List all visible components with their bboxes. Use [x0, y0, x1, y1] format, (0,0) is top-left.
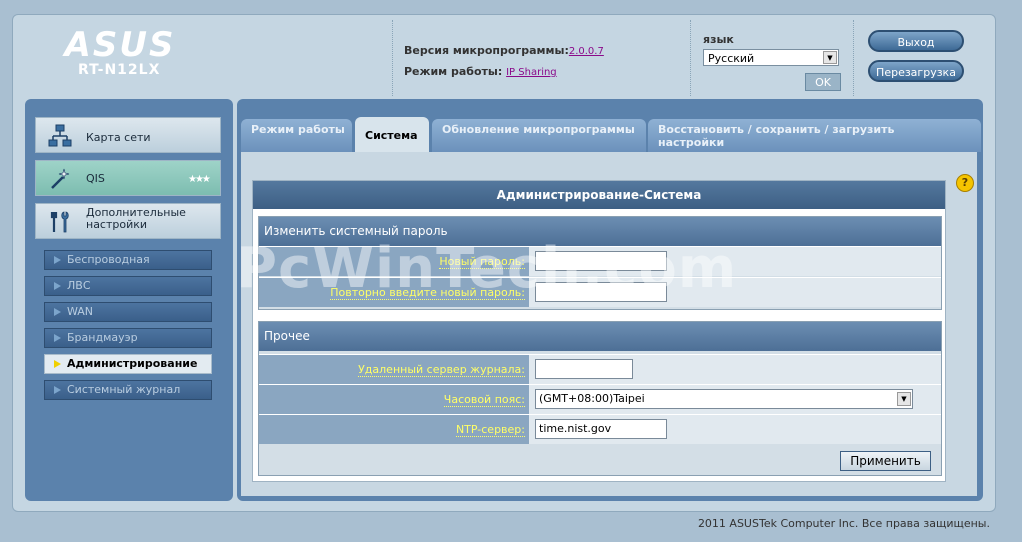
new-password-field[interactable] — [535, 251, 667, 271]
sidebar-item-label: Дополнительные настройки — [86, 206, 186, 231]
tab-label: Система — [365, 129, 418, 142]
help-icon[interactable]: ? — [956, 174, 974, 192]
page-title: Администрирование-Система — [253, 181, 945, 209]
stars-icon: ★★★ — [188, 174, 211, 185]
magic-wand-icon — [51, 168, 70, 189]
sidebar-item-label: WAN — [67, 305, 94, 318]
field-label: Новый пароль: — [439, 255, 525, 269]
brand-text: ASUS — [62, 26, 176, 65]
triangle-icon — [54, 360, 61, 368]
field-label: Удаленный сервер журнала: — [358, 363, 525, 377]
language-select[interactable]: Русский ▼ — [703, 49, 839, 66]
sidebar-item-label: Брандмауэр — [67, 331, 138, 344]
timezone-value: (GMT+08:00)Taipei — [539, 392, 645, 405]
syslog-server-field[interactable] — [535, 359, 633, 379]
sidebar-item-wan[interactable]: WAN — [44, 302, 212, 322]
triangle-icon — [54, 334, 61, 342]
field-label: Часовой пояс: — [443, 393, 525, 407]
field-label: Повторно введите новый пароль: — [330, 286, 525, 300]
form-row-repeat-password: Повторно введите новый пароль: — [259, 277, 941, 307]
ntp-server-field[interactable]: time.nist.gov — [535, 419, 667, 439]
tools-icon — [50, 211, 69, 233]
mode-link[interactable]: IP Sharing — [506, 67, 557, 78]
firmware-label: Версия микропрограммы: — [404, 44, 569, 57]
chevron-down-icon[interactable]: ▼ — [823, 51, 837, 64]
sidebar-item-label: QIS — [86, 172, 105, 185]
repeat-password-label: Повторно введите новый пароль: — [259, 278, 529, 307]
form-row-timezone: Часовой пояс: (GMT+08:00)Taipei ▼ — [259, 384, 941, 414]
triangle-icon — [54, 282, 61, 290]
triangle-icon — [54, 256, 61, 264]
section-heading: Прочее — [259, 322, 941, 351]
operation-mode: Режим работы: IP Sharing — [404, 65, 557, 78]
network-map-icon — [48, 124, 72, 147]
form-row-syslog: Удаленный сервер журнала: — [259, 354, 941, 384]
field-value-cell: (GMT+08:00)Taipei ▼ — [529, 385, 941, 414]
sidebar-item-system-log[interactable]: Системный журнал — [44, 380, 212, 400]
tab-system[interactable]: Система — [355, 117, 429, 152]
sidebar-item-qis[interactable]: QIS ★★★ — [35, 160, 221, 196]
tab-restore-save-upload[interactable]: Восстановить / сохранить / загрузить нас… — [648, 119, 981, 152]
mode-label: Режим работы: — [404, 65, 503, 78]
sidebar-item-label: ЛВС — [67, 279, 91, 292]
sidebar-item-label: Карта сети — [86, 131, 151, 144]
field-value-cell — [529, 355, 941, 384]
sidebar-item-advanced-settings[interactable]: Дополнительные настройки — [35, 203, 221, 239]
section-heading: Изменить системный пароль — [259, 217, 941, 246]
sidebar-item-label: Системный журнал — [67, 383, 181, 396]
sidebar-item-firewall[interactable]: Брандмауэр — [44, 328, 212, 348]
field-value-cell — [529, 278, 941, 307]
tab-label: Обновление микропрограммы — [442, 123, 635, 136]
apply-button[interactable]: Применить — [840, 451, 931, 471]
language-ok-button[interactable]: OK — [805, 73, 841, 91]
sidebar-item-label: Беспроводная — [67, 253, 150, 266]
new-password-label: Новый пароль: — [259, 247, 529, 276]
triangle-icon — [54, 308, 61, 316]
password-section: Изменить системный пароль Новый пароль: … — [258, 216, 942, 310]
copyright-footer: 2011 ASUSTek Computer Inc. Все права защ… — [697, 517, 990, 530]
language-label: язык — [703, 33, 734, 46]
field-value-cell: time.nist.gov — [529, 415, 941, 444]
sidebar-item-label: Администрирование — [67, 357, 198, 370]
firmware-version: Версия микропрограммы:2.0.0.7 — [404, 44, 604, 57]
router-model: RT-N12LX — [78, 62, 161, 78]
tab-label: Восстановить / сохранить / загрузить нас… — [658, 123, 895, 149]
ntp-label: NTP-сервер: — [259, 415, 529, 444]
field-value-cell — [529, 247, 941, 276]
sidebar-item-wireless[interactable]: Беспроводная — [44, 250, 212, 270]
header-divider — [853, 20, 854, 96]
tab-firmware-upgrade[interactable]: Обновление микропрограммы — [432, 119, 646, 152]
firmware-link[interactable]: 2.0.0.7 — [569, 46, 604, 57]
reboot-button[interactable]: Перезагрузка — [868, 60, 964, 82]
timezone-label: Часовой пояс: — [259, 385, 529, 414]
form-row-ntp: NTP-сервер: time.nist.gov — [259, 414, 941, 444]
field-label: NTP-сервер: — [455, 423, 525, 437]
sidebar-item-administration[interactable]: Администрирование — [44, 354, 212, 374]
sidebar-item-lan[interactable]: ЛВС — [44, 276, 212, 296]
syslog-label: Удаленный сервер журнала: — [259, 355, 529, 384]
tab-label: Режим работы — [251, 123, 345, 136]
sidebar-item-network-map[interactable]: Карта сети — [35, 117, 221, 153]
logout-button[interactable]: Выход — [868, 30, 964, 52]
repeat-password-field[interactable] — [535, 282, 667, 302]
timezone-select[interactable]: (GMT+08:00)Taipei ▼ — [535, 389, 913, 409]
chevron-down-icon[interactable]: ▼ — [897, 392, 911, 406]
tab-operation-mode[interactable]: Режим работы — [241, 119, 352, 152]
triangle-icon — [54, 386, 61, 394]
header-divider — [690, 20, 691, 96]
language-value: Русский — [708, 52, 755, 65]
header-divider — [392, 20, 393, 96]
form-row-new-password: Новый пароль: — [259, 246, 941, 276]
